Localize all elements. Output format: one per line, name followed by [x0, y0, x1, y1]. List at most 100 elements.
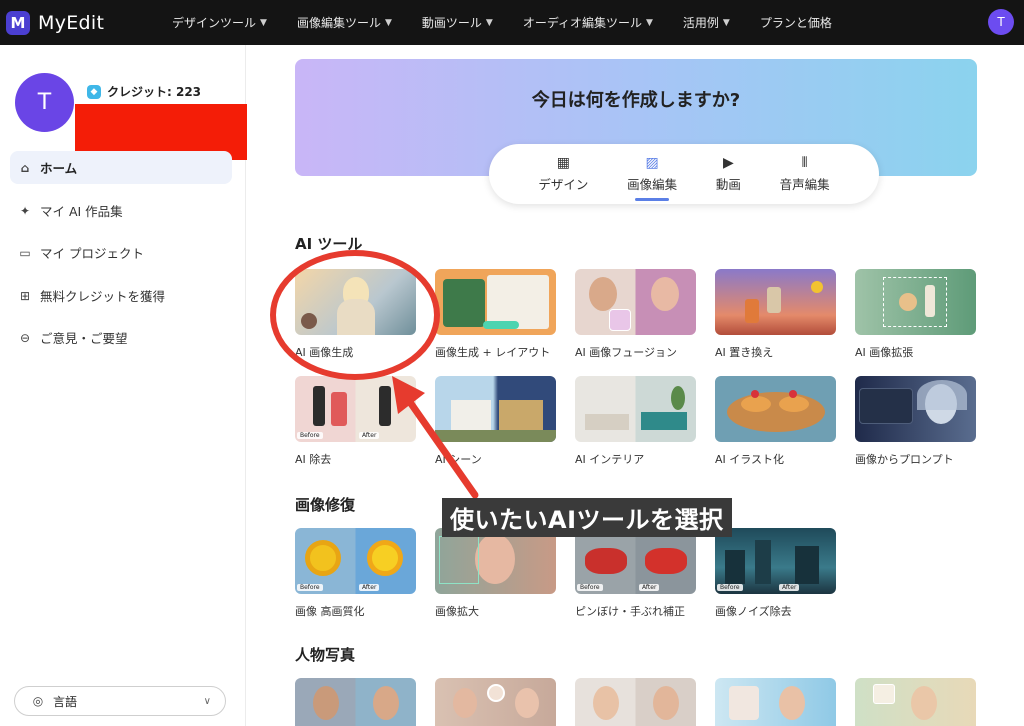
tab-video[interactable]: ▶ 動画 — [716, 155, 741, 193]
sidebar-item-label: マイ AI 作品集 — [40, 204, 123, 219]
before-label: Before — [717, 584, 743, 591]
sidebar-item-feedback[interactable]: ⊖ ご意見・ご要望 — [10, 321, 232, 354]
after-label: After — [639, 584, 660, 591]
tool-thumbnail: Before After — [575, 528, 696, 594]
avatar[interactable]: T — [15, 73, 74, 132]
tool-card-portrait-1[interactable] — [295, 678, 416, 726]
feedback-icon: ⊖ — [19, 330, 31, 345]
tool-card-label: 画像からプロンプト — [855, 453, 954, 466]
tool-card-label: AI 置き換え — [715, 346, 774, 359]
tool-card-denoise[interactable]: Before After 画像ノイズ除去 — [715, 528, 836, 619]
before-label: Before — [577, 584, 603, 591]
tool-thumbnail — [435, 269, 556, 335]
sidebar-item-home[interactable]: ⌂ ホーム — [10, 151, 232, 184]
tool-card-deblur[interactable]: Before After ピンぼけ・手ぶれ補正 — [575, 528, 696, 619]
tool-thumbnail — [715, 376, 836, 442]
section-title-image-restore: 画像修復 — [295, 496, 356, 514]
tool-thumbnail: Before After — [295, 528, 416, 594]
tool-card-ai-image-fusion[interactable]: AI 画像フュージョン — [575, 269, 696, 360]
sparkle-icon: ✦ — [19, 203, 31, 218]
user-avatar[interactable]: T — [988, 9, 1014, 35]
logo-icon: M — [6, 10, 30, 35]
nav-item-use-cases[interactable]: 活用例 ▼ — [683, 14, 730, 31]
tool-thumbnail — [715, 269, 836, 335]
sidebar-item-label: ホーム — [40, 161, 78, 176]
before-label: Before — [297, 432, 323, 439]
tool-thumbnail — [855, 376, 976, 442]
nav-item-image-tools[interactable]: 画像編集ツール ▼ — [297, 14, 392, 31]
tool-thumbnail — [575, 376, 696, 442]
tool-card-label: 画像拡大 — [435, 605, 479, 618]
tool-thumbnail: Before After — [295, 376, 416, 442]
tool-thumbnail — [435, 528, 556, 594]
tool-card-ai-interior[interactable]: AI インテリア — [575, 376, 696, 467]
sidebar-item-label: ご意見・ご要望 — [40, 331, 128, 346]
tool-card-ai-scene[interactable]: AI シーン — [435, 376, 556, 467]
tool-card-ai-illustration[interactable]: AI イラスト化 — [715, 376, 836, 467]
after-label: After — [359, 432, 380, 439]
tool-card-generate-layout[interactable]: 画像生成 + レイアウト — [435, 269, 556, 360]
tool-thumbnail — [435, 376, 556, 442]
image-icon: ▨ — [645, 155, 659, 171]
tool-card-upscale-quality[interactable]: Before After 画像 高画質化 — [295, 528, 416, 619]
chevron-down-icon: ▼ — [645, 17, 653, 28]
nav-item-design-tools[interactable]: デザインツール ▼ — [172, 14, 267, 31]
folder-icon: ▭ — [19, 245, 31, 260]
chevron-down-icon: ▼ — [384, 17, 392, 28]
sidebar-item-my-projects[interactable]: ▭ マイ プロジェクト — [10, 236, 232, 269]
tool-thumbnail — [855, 269, 976, 335]
annotation-label: 使いたいAIツールを選択 — [442, 498, 732, 537]
tool-card-label: AI シーン — [435, 453, 482, 466]
tool-card-label: 画像 高画質化 — [295, 605, 365, 618]
tool-thumbnail: Before After — [715, 528, 836, 594]
tool-card-label: ピンぼけ・手ぶれ補正 — [575, 605, 685, 618]
hero-banner: 今日は何を作成しますか? ▦ デザイン ▨ 画像編集 ▶ 動画 ⦀ 音声編集 — [295, 59, 977, 204]
chevron-down-icon: ▼ — [722, 17, 730, 28]
tool-card-label: 画像ノイズ除去 — [715, 605, 792, 618]
tool-card-ai-remove[interactable]: Before After AI 除去 — [295, 376, 416, 467]
nav-item-audio-tools[interactable]: オーディオ編集ツール ▼ — [523, 14, 653, 31]
tab-design[interactable]: ▦ デザイン — [538, 155, 588, 193]
credit-display: ◆ クレジット: 223 — [87, 83, 201, 100]
tool-card-portrait-3[interactable] — [575, 678, 696, 726]
sidebar: T ◆ クレジット: 223 ⌂ ホーム ✦ マイ AI 作品集 ▭ マイ プロ… — [0, 45, 251, 726]
credit-icon: ◆ — [87, 84, 101, 99]
sidebar-item-free-credits[interactable]: ⊞ 無料クレジットを獲得 — [10, 279, 232, 312]
tool-thumbnail — [575, 269, 696, 335]
tool-thumbnail — [715, 678, 836, 726]
tool-thumbnail — [295, 678, 416, 726]
tool-card-label: AI 除去 — [295, 453, 332, 466]
tool-card-portrait-4[interactable] — [715, 678, 836, 726]
main-content: 今日は何を作成しますか? ▦ デザイン ▨ 画像編集 ▶ 動画 ⦀ 音声編集 A… — [247, 45, 1024, 726]
tool-card-image-enlarge[interactable]: 画像拡大 — [435, 528, 556, 619]
chevron-down-icon: ∨ — [203, 695, 211, 707]
sidebar-item-label: マイ プロジェクト — [40, 246, 144, 261]
language-selector[interactable]: ◎ 言語 ∨ — [14, 686, 226, 716]
top-nav: M MyEdit デザインツール ▼ 画像編集ツール ▼ 動画ツール ▼ オーディオ編… — [0, 0, 1024, 45]
tool-card-ai-image-expand[interactable]: AI 画像拡張 — [855, 269, 976, 360]
sidebar-item-my-ai-works[interactable]: ✦ マイ AI 作品集 — [10, 194, 232, 227]
nav-item-video-tools[interactable]: 動画ツール ▼ — [422, 14, 493, 31]
home-icon: ⌂ — [20, 160, 30, 175]
tool-card-ai-replace[interactable]: AI 置き換え — [715, 269, 836, 360]
nav-item-pricing[interactable]: プランと価格 — [760, 14, 832, 31]
page-title: 今日は何を作成しますか? — [531, 90, 741, 111]
tool-thumbnail — [435, 678, 556, 726]
tool-card-label: AI 画像拡張 — [855, 346, 914, 359]
tool-thumbnail — [575, 678, 696, 726]
tool-card-image-to-prompt[interactable]: 画像からプロンプト — [855, 376, 976, 467]
tab-audio[interactable]: ⦀ 音声編集 — [780, 155, 830, 193]
audio-icon: ⦀ — [801, 155, 808, 171]
nav-menu: デザインツール ▼ 画像編集ツール ▼ 動画ツール ▼ オーディオ編集ツール ▼ 活用例… — [172, 0, 862, 45]
logo[interactable]: M MyEdit — [6, 10, 104, 35]
credit-label: クレジット: 223 — [107, 85, 202, 99]
gift-icon: ⊞ — [19, 288, 31, 303]
tool-card-label: AI イラスト化 — [715, 453, 785, 466]
language-label: 言語 — [53, 694, 78, 709]
tool-card-label: AI インテリア — [575, 453, 645, 466]
tab-image-edit[interactable]: ▨ 画像編集 — [627, 155, 677, 201]
tool-card-portrait-2[interactable] — [435, 678, 556, 726]
tool-thumbnail — [855, 678, 976, 726]
tool-card-portrait-5[interactable] — [855, 678, 976, 726]
globe-icon: ◎ — [32, 694, 44, 708]
